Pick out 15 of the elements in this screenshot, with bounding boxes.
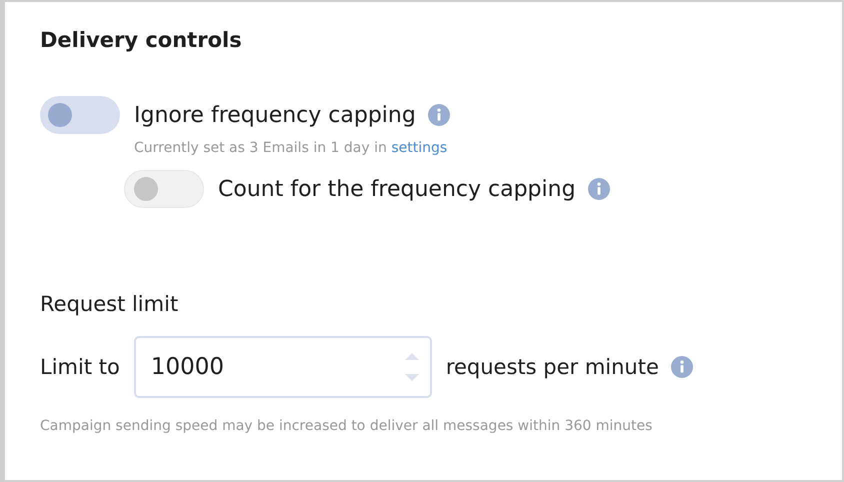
toggle-label: Count for the frequency capping bbox=[218, 176, 576, 202]
unit-label: requests per minute bbox=[446, 355, 659, 379]
number-field[interactable]: 10000 bbox=[134, 336, 432, 398]
info-icon[interactable] bbox=[428, 104, 450, 126]
info-icon[interactable] bbox=[588, 178, 610, 200]
settings-link[interactable]: settings bbox=[391, 140, 448, 156]
section-title: Request limit bbox=[40, 292, 180, 316]
note-text: Campaign sending speed may be increased to deliver all messages within 360 minutes bbox=[40, 418, 654, 434]
toggle-label: Ignore frequency capping bbox=[134, 102, 416, 128]
toggle-switch[interactable] bbox=[40, 96, 120, 134]
info-icon[interactable] bbox=[670, 356, 693, 378]
hint-text: Currently set as 3 Emails in 1 day in bbox=[134, 140, 387, 156]
limit-label: Limit to bbox=[40, 355, 120, 379]
spinner-icon[interactable] bbox=[404, 352, 420, 382]
section-title: Delivery controls bbox=[40, 28, 243, 54]
